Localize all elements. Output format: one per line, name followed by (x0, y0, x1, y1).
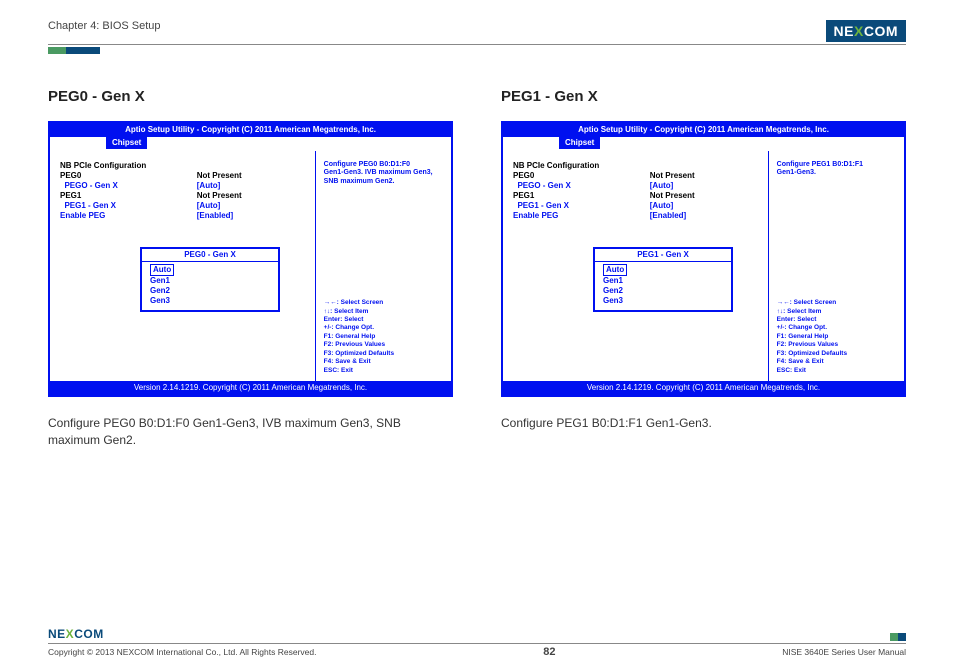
bios-setting-row[interactable]: PEGO - Gen X[Auto] (60, 181, 309, 191)
section-heading-left: PEG0 - Gen X (48, 88, 453, 105)
bios-footerbar: Version 2.14.1219. Copyright (C) 2011 Am… (50, 381, 451, 395)
bios-tab-chipset[interactable]: Chipset (559, 137, 600, 149)
bios-window-peg1: Aptio Setup Utility - Copyright (C) 2011… (501, 121, 906, 397)
bios-main-pane: NB PCIe Configuration PEG0Not Present PE… (503, 151, 768, 381)
chapter-title: Chapter 4: BIOS Setup (48, 20, 161, 32)
bios-setting-row: PEG0Not Present (60, 171, 309, 181)
bios-setting-row[interactable]: PEGO - Gen X[Auto] (513, 181, 762, 191)
footer-logo: NEXCOM (48, 627, 104, 641)
popup-option[interactable]: Gen2 (150, 286, 270, 296)
footer-copyright: Copyright © 2013 NEXCOM International Co… (48, 647, 316, 657)
bios-titlebar: Aptio Setup Utility - Copyright (C) 2011… (50, 123, 451, 137)
bios-setting-row: PEG1Not Present (513, 191, 762, 201)
popup-option[interactable]: Auto (603, 264, 627, 276)
bios-help-pane: Configure PEG1 B0:D1:F1Gen1-Gen3. →←: Se… (768, 151, 904, 381)
section-heading-right: PEG1 - Gen X (501, 88, 906, 105)
bios-setting-row[interactable]: Enable PEG[Enabled] (60, 211, 309, 221)
bios-section-heading: NB PCIe Configuration (513, 161, 762, 171)
popup-option[interactable]: Gen1 (150, 276, 270, 286)
footer-manual: NISE 3640E Series User Manual (782, 647, 906, 657)
bios-window-peg0: Aptio Setup Utility - Copyright (C) 2011… (48, 121, 453, 397)
popup-option[interactable]: Gen2 (603, 286, 723, 296)
bios-help-pane: Configure PEG0 B0:D1:F0Gen1-Gen3. IVB ma… (315, 151, 451, 381)
bios-setting-row[interactable]: Enable PEG[Enabled] (513, 211, 762, 221)
bios-section-heading: NB PCIe Configuration (60, 161, 309, 171)
bios-popup-peg1[interactable]: PEG1 - Gen X AutoGen1Gen2Gen3 (593, 247, 733, 312)
popup-option[interactable]: Auto (150, 264, 174, 276)
bios-setting-row: PEG1Not Present (60, 191, 309, 201)
left-column: PEG0 - Gen X Aptio Setup Utility - Copyr… (48, 88, 453, 450)
desc-text-left: Configure PEG0 B0:D1:F0 Gen1-Gen3, IVB m… (48, 415, 453, 450)
footer-page-number: 82 (543, 646, 555, 658)
popup-option[interactable]: Gen3 (150, 296, 270, 306)
bios-titlebar: Aptio Setup Utility - Copyright (C) 2011… (503, 123, 904, 137)
bios-setting-row[interactable]: PEG1 - Gen X[Auto] (513, 201, 762, 211)
popup-option[interactable]: Gen1 (603, 276, 723, 286)
bios-main-pane: NB PCIe Configuration PEG0Not Present PE… (50, 151, 315, 381)
bios-footerbar: Version 2.14.1219. Copyright (C) 2011 Am… (503, 381, 904, 395)
popup-option[interactable]: Gen3 (603, 296, 723, 306)
bios-popup-peg0[interactable]: PEG0 - Gen X AutoGen1Gen2Gen3 (140, 247, 280, 312)
bios-setting-row: PEG0Not Present (513, 171, 762, 181)
header-accent-bar (48, 47, 906, 54)
bios-tab-chipset[interactable]: Chipset (106, 137, 147, 149)
popup-title: PEG1 - Gen X (595, 249, 731, 262)
footer-squares-icon (890, 633, 906, 641)
right-column: PEG1 - Gen X Aptio Setup Utility - Copyr… (501, 88, 906, 450)
header-logo: NEXCOM (826, 20, 906, 42)
bios-setting-row[interactable]: PEG1 - Gen X[Auto] (60, 201, 309, 211)
desc-text-right: Configure PEG1 B0:D1:F1 Gen1-Gen3. (501, 415, 906, 432)
popup-title: PEG0 - Gen X (142, 249, 278, 262)
